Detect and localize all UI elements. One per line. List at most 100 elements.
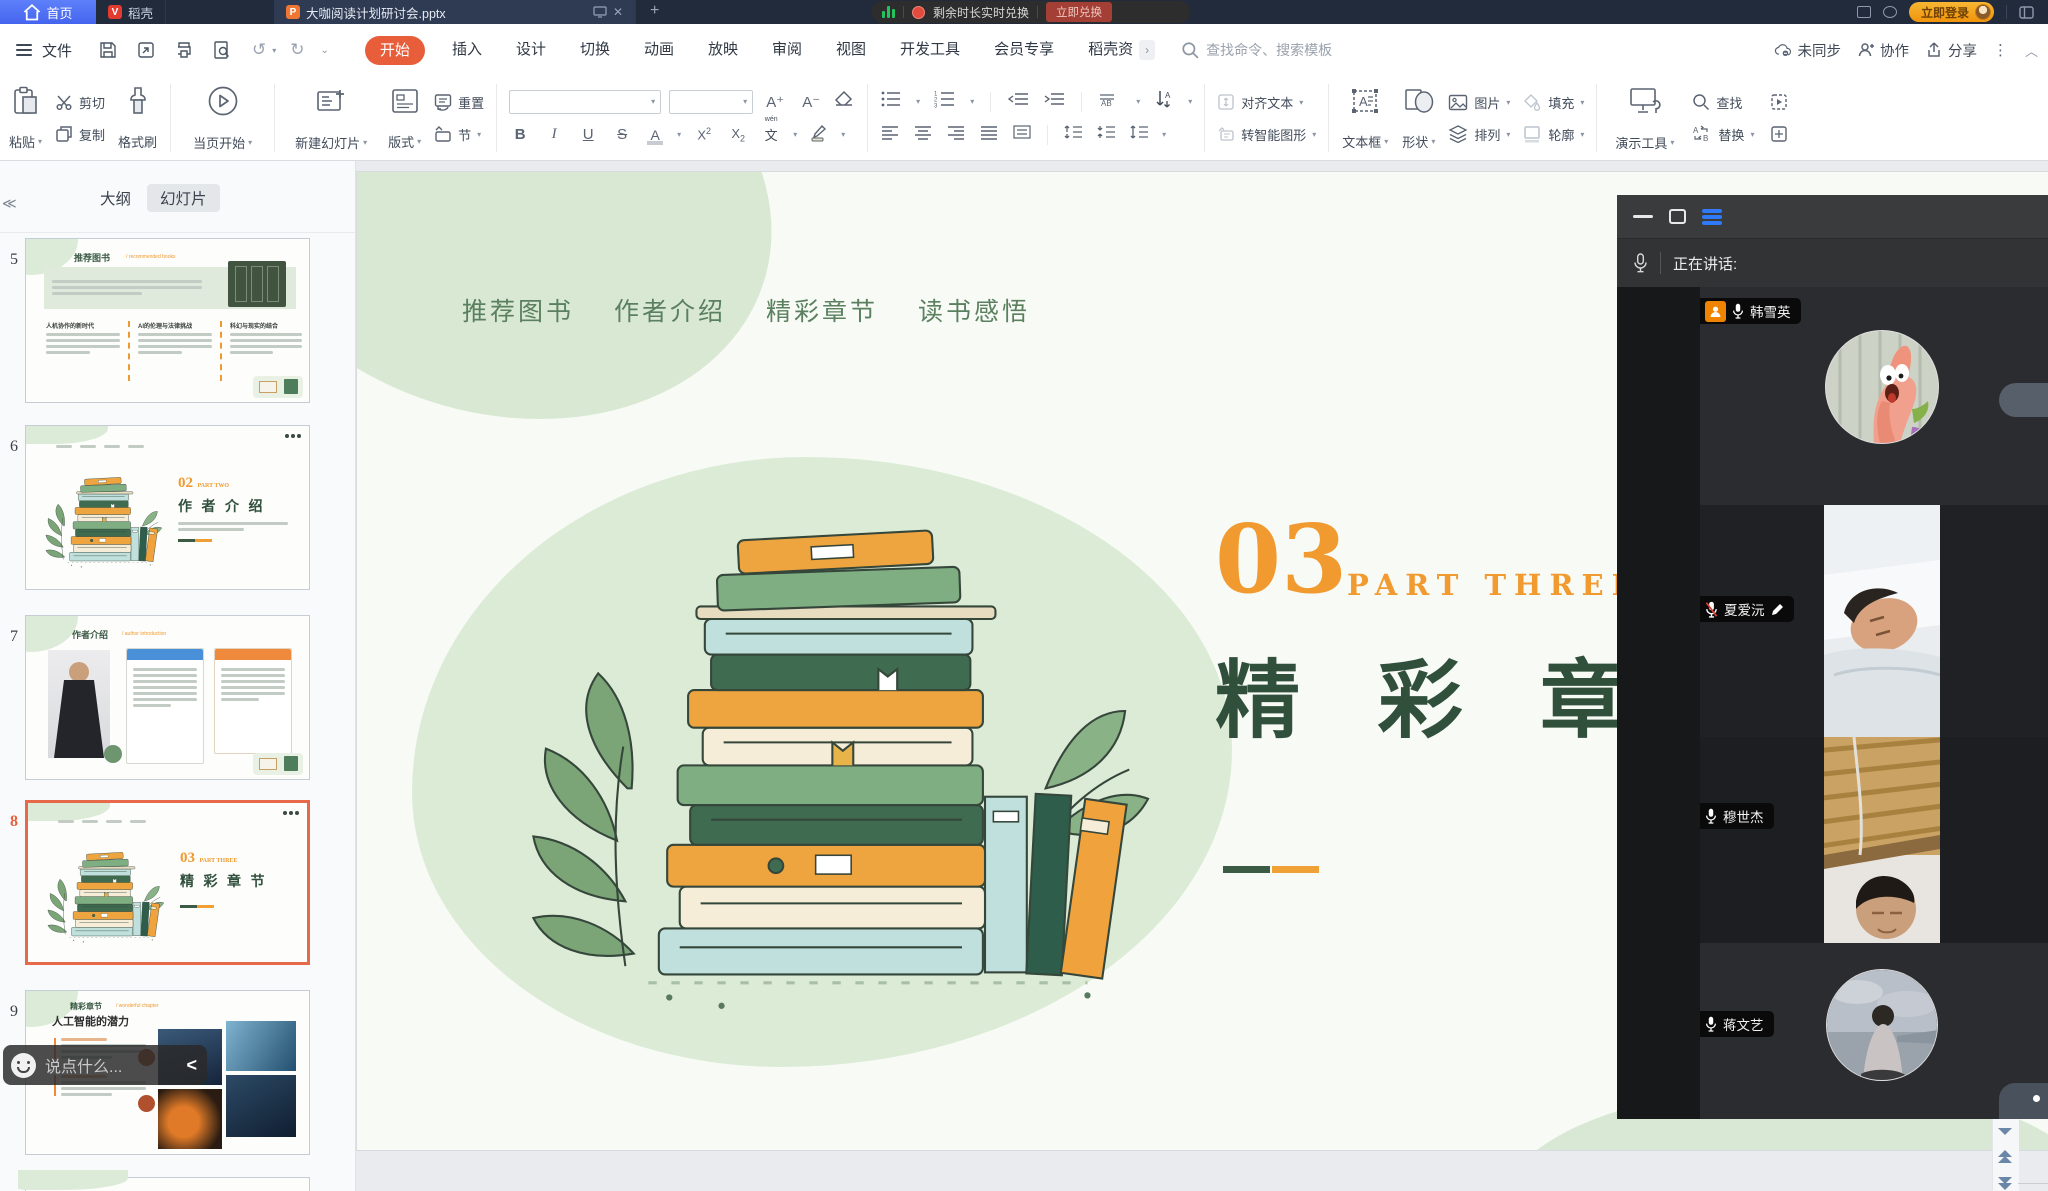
line-spacing-up-button[interactable] (1063, 124, 1083, 145)
font-family-select[interactable]: ▾ (509, 90, 661, 114)
fill-button[interactable]: 填充▾ (1522, 89, 1584, 115)
ribbon-tab-docer-res[interactable]: 稻壳资 (1071, 24, 1137, 76)
panel-side-handle[interactable] (1999, 383, 2048, 417)
tab-slides[interactable]: 幻灯片 (147, 184, 220, 212)
ribbon-overflow-arrow[interactable]: › (1139, 40, 1155, 60)
collapse-ribbon-icon[interactable]: ︿ (2025, 41, 2038, 60)
present-tools-button[interactable]: 演示工具▾ (1603, 80, 1686, 156)
layout-button[interactable]: 版式▾ (381, 80, 428, 156)
more-menu-icon[interactable]: ⋮ (1993, 41, 2009, 59)
text-box-button[interactable]: A 文本框▾ (1335, 80, 1395, 156)
strikethrough-button[interactable]: S (611, 126, 633, 143)
section-button[interactable]: 节▾ (434, 121, 484, 147)
copy-button[interactable]: 复制 (55, 121, 105, 147)
highlight-button[interactable] (809, 122, 829, 147)
tab-outline[interactable]: 大纲 (100, 187, 131, 209)
slide-thumbnail-6[interactable]: 02 PART TWO 作 者 介 绍 (25, 425, 310, 590)
rename-pencil-icon[interactable] (1771, 603, 1784, 616)
cut-button[interactable]: 剪切 (55, 89, 105, 115)
shapes-button[interactable]: 形状▾ (1395, 80, 1442, 156)
align-right-button[interactable] (946, 124, 966, 145)
undo-icon[interactable]: ↺ (252, 40, 266, 60)
ribbon-tab-animation[interactable]: 动画 (627, 24, 691, 76)
export-icon[interactable] (136, 40, 156, 60)
ribbon-tab-view[interactable]: 视图 (819, 24, 883, 76)
collapse-panel-icon[interactable]: ≪ (2, 195, 17, 212)
clipped-tool-1[interactable] (1770, 89, 1788, 115)
ribbon-tab-member[interactable]: 会员专享 (977, 24, 1071, 76)
clipped-tool-2[interactable] (1770, 121, 1788, 147)
increase-indent-button[interactable] (1043, 91, 1065, 112)
text-direction-button[interactable]: AB (1098, 91, 1122, 112)
align-left-button[interactable] (880, 124, 900, 145)
window-icon-1[interactable] (1857, 6, 1871, 18)
slide-thumbnail-10[interactable] (25, 1177, 310, 1191)
italic-button[interactable]: I (543, 126, 565, 143)
picture-button[interactable]: 图片▾ (1448, 89, 1510, 115)
phonetic-guide-button[interactable]: 文 (761, 125, 781, 144)
print-preview-icon[interactable] (212, 40, 232, 60)
print-icon[interactable] (174, 40, 194, 60)
underline-button[interactable]: U (577, 126, 599, 143)
ribbon-tab-transition[interactable]: 切换 (563, 24, 627, 76)
tab-docer[interactable]: V 稻壳 (96, 0, 166, 24)
font-color-dropdown[interactable]: ▾ (677, 130, 681, 139)
slide-thumbnail-5[interactable]: 推荐图书 / recommended books 人机协作的新时代 AI的伦理与… (25, 238, 310, 403)
sort-text-button[interactable]: A (1154, 89, 1174, 114)
emoji-icon[interactable] (11, 1053, 36, 1078)
find-button[interactable]: 查找 (1692, 89, 1754, 115)
prev-slide-icon-b[interactable] (1998, 1156, 2012, 1163)
clear-format-button[interactable] (833, 90, 855, 113)
new-slide-button[interactable]: 新建幻灯片▾ (281, 80, 381, 156)
panel-bottom-handle[interactable] (1999, 1083, 2048, 1119)
share-button[interactable]: 分享 (1925, 40, 1977, 61)
tab-home[interactable]: 首页 (0, 0, 96, 24)
chat-input-bar[interactable]: 说点什么... < (3, 1045, 207, 1085)
align-center-button[interactable] (913, 124, 933, 145)
tab-document[interactable]: P 大咖阅读计划研讨会.pptx ✕ (274, 0, 636, 24)
numbering-button[interactable]: 123 (934, 90, 956, 113)
redo-icon[interactable]: ↻ (290, 40, 304, 60)
next-slide-icon-b[interactable] (1998, 1183, 2012, 1190)
ribbon-tab-design[interactable]: 设计 (499, 24, 563, 76)
outline-button[interactable]: 轮廓▾ (1522, 121, 1584, 147)
line-spacing-down-button[interactable] (1096, 124, 1116, 145)
maximize-icon[interactable] (1669, 209, 1686, 224)
shrink-font-button[interactable]: A⁻ (797, 93, 825, 111)
to-smart-graphic-button[interactable]: 转智能图形▾ (1217, 121, 1316, 147)
minimize-icon[interactable] (1633, 215, 1653, 218)
bullets-button[interactable] (880, 90, 902, 113)
meeting-status-bar[interactable]: 剩余时长实时兑换 立即兑换 (872, 1, 1190, 23)
bold-button[interactable]: B (509, 126, 531, 143)
undo-dropdown-icon[interactable]: ▾ (272, 46, 276, 55)
decrease-indent-button[interactable] (1007, 91, 1029, 112)
ribbon-tab-start[interactable]: 开始 (365, 36, 425, 65)
subscript-button[interactable]: X2 (727, 126, 749, 144)
meeting-titlebar[interactable] (1617, 195, 2048, 239)
ribbon-tab-review[interactable]: 审阅 (755, 24, 819, 76)
grow-font-button[interactable]: A⁺ (761, 93, 789, 111)
ribbon-tab-devtools[interactable]: 开发工具 (883, 24, 977, 76)
align-text-button[interactable]: 对齐文本▾ (1217, 89, 1316, 115)
ribbon-tab-insert[interactable]: 插入 (435, 24, 499, 76)
font-color-button[interactable]: A (645, 127, 665, 143)
command-search[interactable]: 查找命令、搜索模板 (1181, 40, 1332, 60)
participant-tile-mushijie[interactable] (1700, 737, 2048, 943)
menu-file[interactable]: 文件 (42, 40, 72, 61)
window-icon-2[interactable] (1883, 6, 1897, 18)
paste-button[interactable]: 粘贴▾ (2, 80, 49, 156)
reset-button[interactable]: 重置 (434, 89, 484, 115)
scroll-down-icon[interactable] (1998, 1128, 2012, 1135)
play-from-page-button[interactable]: 当页开始▾ (177, 80, 268, 156)
close-tab-icon[interactable]: ✕ (613, 5, 623, 19)
new-tab-button[interactable]: + (650, 0, 659, 24)
slide-thumbnail-7[interactable]: 作者介绍 / author introduction (25, 615, 310, 780)
format-painter-button[interactable]: 格式刷 (111, 80, 164, 156)
phonetic-dropdown[interactable]: ▾ (793, 130, 797, 139)
sync-status[interactable]: 未同步 (1774, 40, 1841, 61)
layout-switch-icon[interactable] (2019, 6, 2034, 19)
superscript-button[interactable]: X2 (693, 126, 715, 142)
line-spacing-button[interactable] (1129, 124, 1149, 145)
save-icon[interactable] (98, 40, 118, 60)
slide-thumbnail-8[interactable]: 03 PART THREE 精 彩 章 节 (25, 800, 310, 965)
